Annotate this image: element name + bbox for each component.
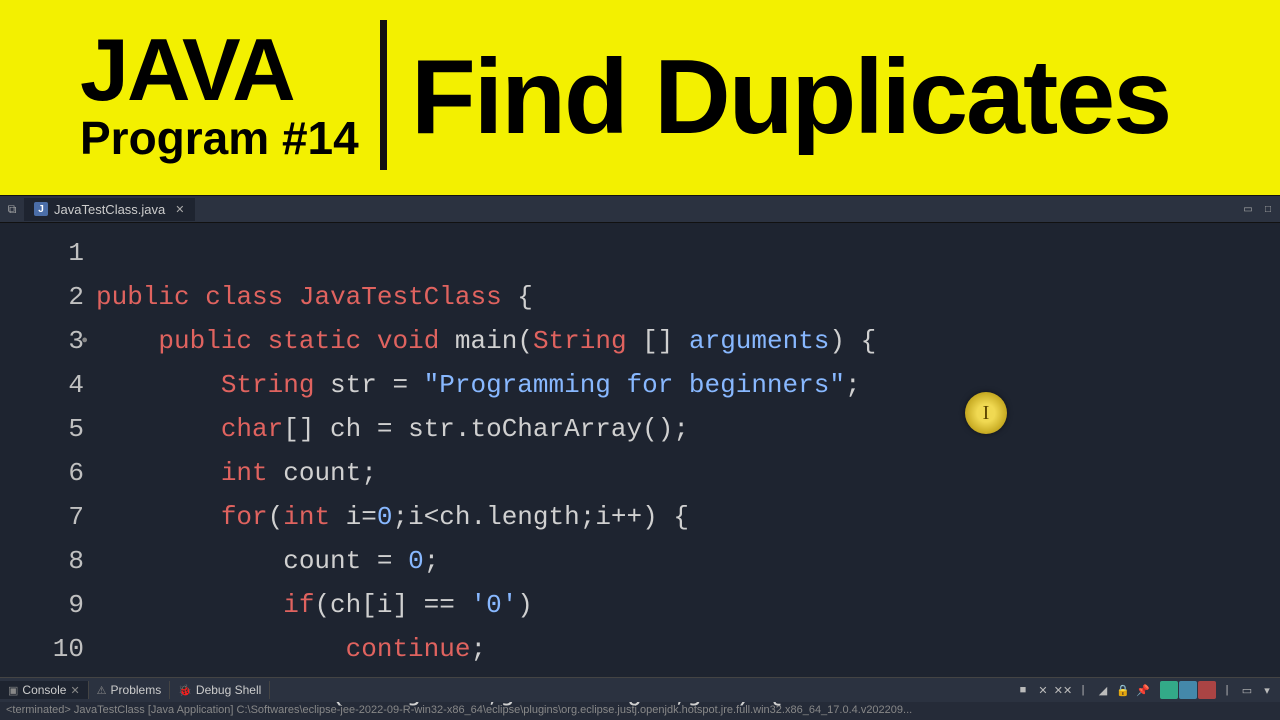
new-console-icon[interactable]: [1198, 681, 1216, 699]
open-console-icon[interactable]: [1160, 681, 1178, 699]
close-icon[interactable]: ✕: [175, 203, 184, 216]
tab-problems[interactable]: ⚠ Problems: [89, 681, 171, 699]
remove-all-icon[interactable]: ✕✕: [1054, 681, 1072, 699]
editor-left-margin: SE: [0, 223, 38, 677]
banner-divider: [380, 20, 387, 170]
tab-console[interactable]: ▣ Console ✕: [0, 681, 89, 699]
code-line: for(int i=0;i<ch.length;i++) {: [96, 495, 1280, 539]
tab-problems-label: Problems: [111, 683, 162, 697]
terminate-icon[interactable]: ■: [1014, 681, 1032, 699]
code-line: [96, 231, 1280, 275]
bottom-panel-tabs: ▣ Console ✕ ⚠ Problems 🐞 Debug Shell ■ ✕…: [0, 677, 1280, 702]
code-line: char[] ch = str.toCharArray();: [96, 407, 1280, 451]
file-tab[interactable]: J JavaTestClass.java ✕: [24, 198, 195, 221]
console-toolbar: ■ ✕ ✕✕ | ◢ 🔒 📌 | ▭ ▾: [1014, 681, 1276, 699]
banner-title-big: JAVA: [80, 30, 380, 109]
clear-icon[interactable]: ◢: [1094, 681, 1112, 699]
code-line: continue;: [96, 627, 1280, 671]
banner-subtitle: Find Duplicates: [387, 0, 1280, 195]
java-file-icon: J: [34, 202, 48, 216]
line-number: 7: [38, 495, 84, 539]
title-banner: JAVA Program #14 Find Duplicates: [0, 0, 1280, 195]
code-area[interactable]: public class JavaTestClass { public stat…: [96, 223, 1280, 677]
restore-icon[interactable]: ⧉: [0, 197, 24, 221]
debug-icon: 🐞: [178, 684, 192, 697]
divider: |: [1218, 681, 1236, 699]
line-number: 8: [38, 539, 84, 583]
minimize-icon[interactable]: ▭: [1238, 681, 1256, 699]
line-number: 2: [38, 275, 84, 319]
maximize-icon[interactable]: □: [1260, 204, 1276, 215]
console-icon: ▣: [8, 684, 18, 697]
method-marker-icon: ●: [81, 319, 88, 363]
tab-debug-shell[interactable]: 🐞 Debug Shell: [170, 681, 270, 699]
tab-controls: ▭ □: [1240, 204, 1276, 215]
line-number: 6: [38, 451, 84, 495]
line-number: 10: [38, 627, 84, 671]
divider: |: [1074, 681, 1092, 699]
line-number: 5: [38, 407, 84, 451]
remove-launch-icon[interactable]: ✕: [1034, 681, 1052, 699]
file-tab-label: JavaTestClass.java: [54, 202, 165, 217]
minimize-icon[interactable]: ▭: [1240, 204, 1256, 215]
code-line: if(ch[i] == '0'): [96, 583, 1280, 627]
console-switch-group: [1160, 681, 1216, 699]
line-number: 4: [38, 363, 84, 407]
line-number-gutter: 1 2 3● 4 5 6 7 8 9 10 11: [38, 223, 96, 677]
code-line: public class JavaTestClass {: [96, 275, 1280, 319]
cursor-highlight-icon: I: [965, 392, 1007, 434]
dropdown-icon[interactable]: ▾: [1258, 681, 1276, 699]
problems-icon: ⚠: [97, 684, 107, 697]
tab-console-label: Console: [22, 683, 66, 697]
banner-title-small: Program #14: [80, 111, 380, 165]
code-line: String str = "Programming for beginners"…: [96, 363, 1280, 407]
line-number: 3●: [38, 319, 84, 363]
scroll-lock-icon[interactable]: 🔒: [1114, 681, 1132, 699]
code-line: int count;: [96, 451, 1280, 495]
editor-tabbar: ⧉ J JavaTestClass.java ✕ ▭ □: [0, 195, 1280, 223]
tab-debug-label: Debug Shell: [196, 683, 261, 697]
code-line: public static void main(String [] argume…: [96, 319, 1280, 363]
line-number: 9: [38, 583, 84, 627]
pin-icon[interactable]: 📌: [1134, 681, 1152, 699]
code-line: count = 0;: [96, 539, 1280, 583]
line-number: 1: [38, 231, 84, 275]
banner-left: JAVA Program #14: [0, 0, 380, 195]
display-console-icon[interactable]: [1179, 681, 1197, 699]
code-editor[interactable]: SE 1 2 3● 4 5 6 7 8 9 10 11 public class…: [0, 223, 1280, 677]
close-icon[interactable]: ✕: [70, 684, 79, 697]
